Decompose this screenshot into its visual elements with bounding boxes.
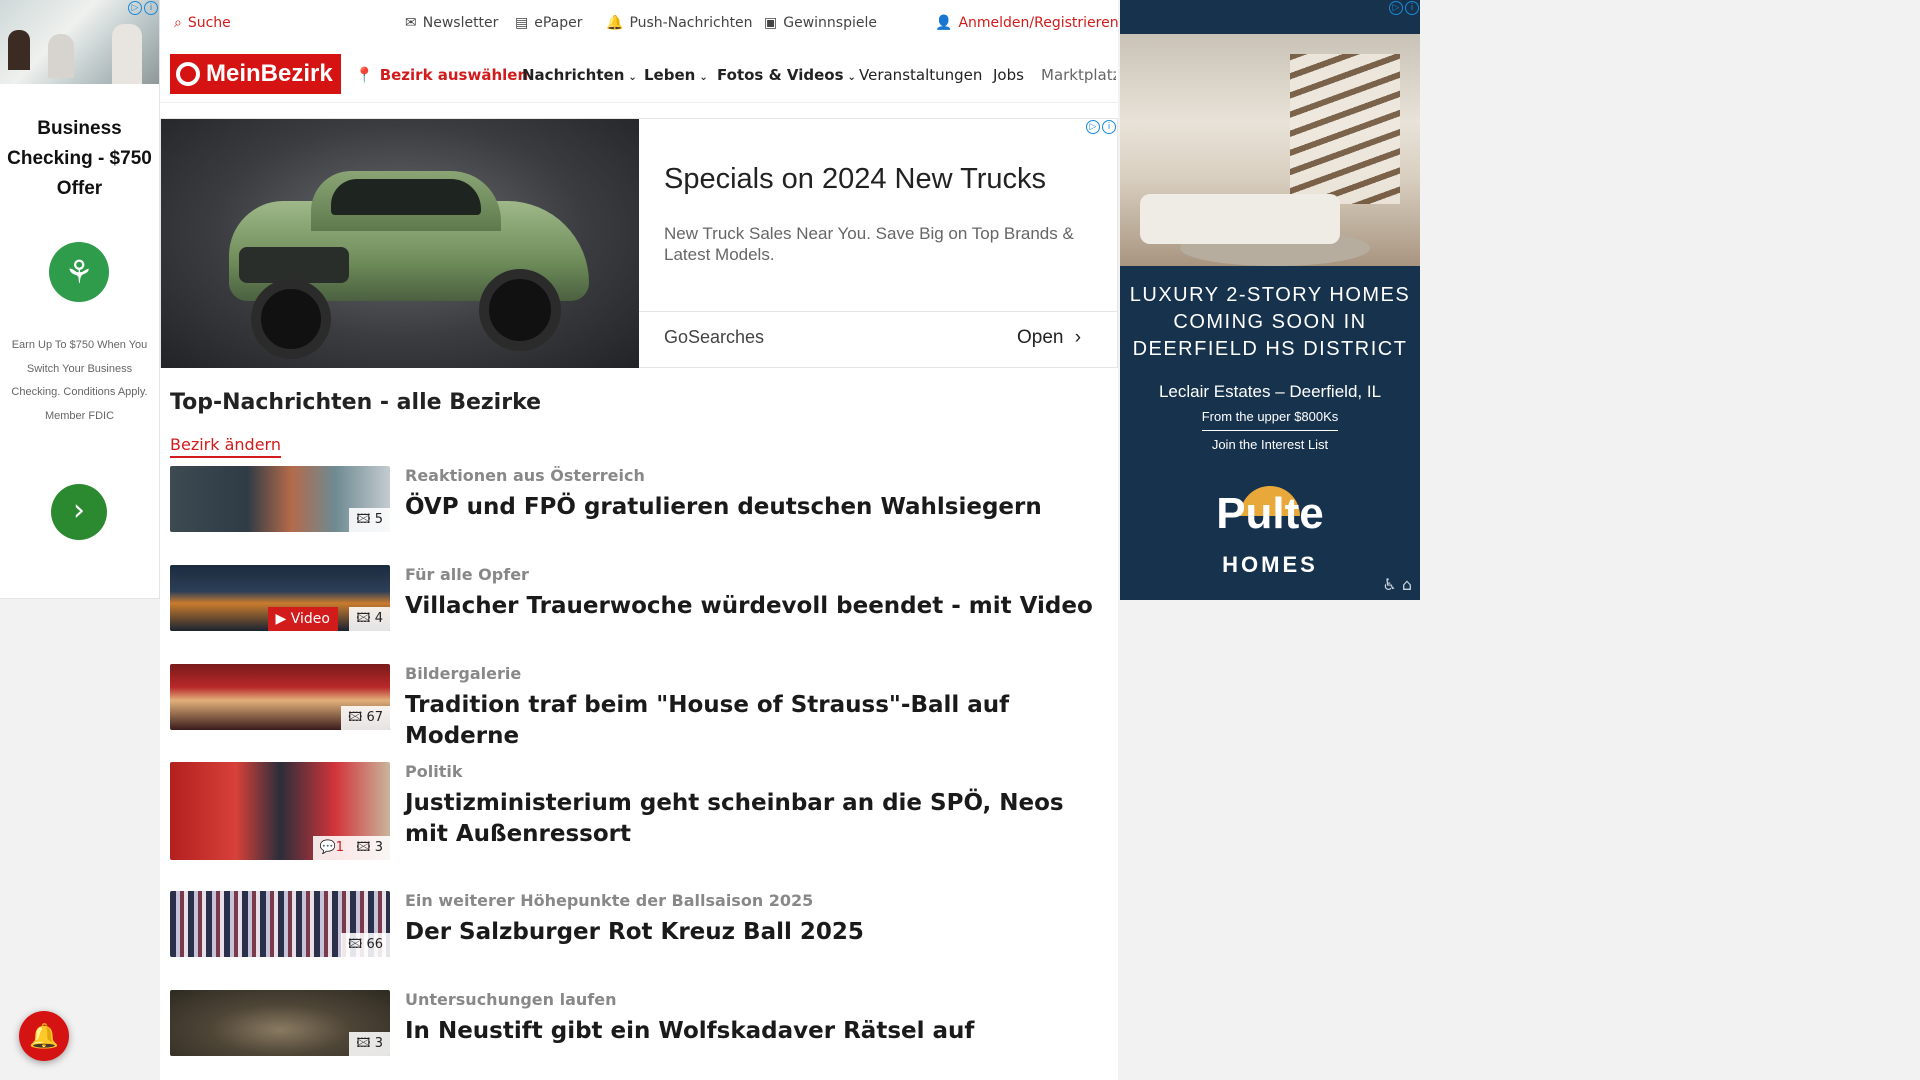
adchoices-icon[interactable]: ▷ i	[1084, 120, 1116, 134]
main-navigation: MeinBezirk 📍 Bezirk auswählen Nachrichten…	[160, 46, 1118, 103]
article-item[interactable]: 🖾 67 Bildergalerie Tradition traf beim "…	[170, 664, 1110, 749]
article-kicker: Bildergalerie	[405, 664, 522, 683]
newspaper-icon: ▤	[515, 15, 529, 31]
nav-item-jobs[interactable]: Jobs	[993, 66, 1024, 84]
ad-price: From the upper $800Ks	[1120, 409, 1420, 431]
ad-headline[interactable]: Specials on 2024 New Trucks	[664, 163, 1046, 196]
right-ad-banner[interactable]: ▷ i LUXURY 2-STORY HOMES COMING SOON IN D…	[1120, 0, 1420, 600]
article-thumbnail[interactable]: 🖾 5	[170, 466, 390, 532]
photo-count-badge: 🖾 4	[349, 607, 390, 631]
search-link[interactable]: ⌕ Suche	[174, 15, 231, 31]
newsletter-link[interactable]: ✉ Newsletter	[405, 15, 498, 31]
article-headline[interactable]: Tradition traf beim "House of Strauss"-B…	[405, 690, 1105, 752]
ad-headline: LUXURY 2-STORY HOMES COMING SOON IN DEER…	[1129, 284, 1411, 360]
article-kicker: Für alle Opfer	[405, 565, 529, 584]
article-kicker: Untersuchungen laufen	[405, 990, 617, 1009]
article-headline[interactable]: Villacher Trauerwoche würdevoll beendet …	[405, 591, 1105, 622]
search-icon: ⌕	[174, 15, 182, 31]
ad-cta-link[interactable]: Join the Interest List	[1120, 437, 1420, 452]
change-district-link[interactable]: Bezirk ändern	[170, 435, 281, 458]
ad-location: Leclair Estates – Deerfield, IL	[1158, 382, 1382, 401]
accessibility-icon: ♿ ⌂	[1382, 575, 1412, 594]
ad-description: New Truck Sales Near You. Save Big on To…	[664, 224, 1074, 264]
nav-item-leben[interactable]: Leben ⌄	[644, 66, 708, 84]
bank-logo-icon: ⚘	[49, 242, 109, 302]
adchoices-icon[interactable]: ▷ i	[1387, 1, 1419, 15]
article-headline[interactable]: Der Salzburger Rot Kreuz Ball 2025	[405, 917, 1105, 948]
adchoices-icon[interactable]: ▷ i	[126, 1, 158, 15]
photo-icon: 🖾	[356, 1036, 371, 1051]
article-item[interactable]: 🖾 66 Ein weiterer Höhepunkte der Ballsai…	[170, 891, 1110, 959]
push-notifications-link[interactable]: 🔔 Push-Nachrichten	[606, 15, 753, 31]
article-kicker: Reaktionen aus Österreich	[405, 466, 645, 485]
article-headline[interactable]: Justizministerium geht scheinbar an die …	[405, 788, 1105, 850]
article-item[interactable]: ▶ Video 🖾 4 Für alle Opfer Villacher Tra…	[170, 565, 1110, 633]
epaper-link[interactable]: ▤ ePaper	[515, 15, 583, 31]
nav-item-fotos-videos[interactable]: Fotos & Videos ⌄	[717, 66, 856, 84]
article-kicker: Politik	[405, 762, 463, 781]
photo-count-badge: 🖾 3	[349, 1032, 390, 1056]
main-column: ⌕ Suche ✉ Newsletter ▤ ePaper 🔔 Push-Nachric…	[160, 0, 1119, 1080]
nav-item-nachrichten[interactable]: Nachrichten ⌄	[522, 66, 637, 84]
ad-title: Business Checking - $750 Offer	[7, 118, 152, 199]
bell-icon: 🔔	[606, 15, 624, 31]
home-interior-image	[1120, 34, 1420, 266]
ad-open-button[interactable]: Open ›	[1017, 327, 1081, 349]
truck-ad-banner[interactable]: ▷ i Specials on 2024 New Trucks New Truck…	[160, 118, 1118, 368]
article-thumbnail[interactable]: 🖾 66	[170, 891, 390, 957]
chevron-down-icon: ⌄	[699, 72, 708, 83]
photo-icon: 🖾	[356, 512, 371, 527]
article-thumbnail[interactable]: ▶ Video 🖾 4	[170, 565, 390, 631]
truck-image	[161, 119, 639, 368]
location-pin-icon: 📍	[355, 66, 374, 84]
chevron-right-icon: ›	[1074, 327, 1082, 348]
person-figure	[48, 34, 74, 78]
left-ad-banner[interactable]: ▷ i Business Checking - $750 Offer ⚘ Earn…	[0, 0, 160, 599]
nav-item-marktplatz[interactable]: Marktplatz	[1041, 66, 1116, 84]
section-title: Top-Nachrichten - alle Bezirke	[170, 390, 542, 415]
ticket-icon: ▣	[764, 15, 778, 31]
user-icon: 👤	[935, 15, 953, 31]
article-thumbnail[interactable]: 🖾 3	[170, 990, 390, 1056]
photo-count-badge: 🖾 5	[349, 508, 390, 532]
comment-icon: 💬	[319, 840, 336, 855]
utility-bar: ⌕ Suche ✉ Newsletter ▤ ePaper 🔔 Push-Nachric…	[160, 0, 1119, 46]
person-figure	[8, 30, 30, 70]
ad-source: GoSearches	[664, 327, 765, 347]
article-thumbnail[interactable]: 🖾 67	[170, 664, 390, 730]
article-headline[interactable]: In Neustift gibt ein Wolfskadaver Rätsel…	[405, 1016, 1105, 1047]
photo-icon: 🖾	[356, 611, 371, 626]
article-item[interactable]: 🖾 5 Reaktionen aus Österreich ÖVP und FP…	[170, 466, 1110, 534]
envelope-icon: ✉	[405, 15, 417, 31]
photo-icon: 🖾	[348, 710, 363, 725]
login-link[interactable]: 👤 Anmelden/Registrieren	[935, 15, 1119, 31]
photo-count-badge: 🖾 66	[341, 933, 390, 957]
photo-icon: 🖾	[356, 840, 371, 855]
play-icon: ▶	[275, 611, 287, 627]
article-thumbnail[interactable]: 💬1 🖾 3	[170, 762, 390, 860]
person-figure	[112, 24, 142, 84]
divider	[639, 311, 1117, 312]
article-item[interactable]: 🖾 3 Untersuchungen laufen In Neustift gi…	[170, 990, 1110, 1058]
ad-arrow-button[interactable]: ›	[51, 484, 107, 540]
brand-subtitle: HOMES	[1222, 552, 1318, 577]
notification-bell-button[interactable]: 🔔	[19, 1011, 69, 1061]
chevron-down-icon: ⌄	[628, 72, 637, 83]
meinbezirk-logo[interactable]: MeinBezirk	[170, 54, 341, 94]
brand-name: Pulte	[1216, 489, 1324, 538]
nav-item-veranstaltungen[interactable]: Veranstaltungen	[859, 66, 982, 84]
ad-body-text: Earn Up To $750 When You Switch Your Bus…	[11, 339, 148, 422]
article-kicker: Ein weiterer Höhepunkte der Ballsaison 2…	[405, 891, 814, 910]
logo-gear-icon	[176, 62, 200, 86]
district-selector[interactable]: 📍 Bezirk auswählen	[355, 66, 528, 84]
media-count-badge: 💬1 🖾 3	[312, 836, 390, 860]
photo-count-badge: 🖾 67	[341, 706, 390, 730]
chevron-down-icon: ⌄	[847, 72, 856, 83]
article-headline[interactable]: ÖVP und FPÖ gratulieren deutschen Wahlsi…	[405, 492, 1105, 523]
contests-link[interactable]: ▣ Gewinnspiele	[764, 15, 877, 31]
photo-icon: 🖾	[348, 937, 363, 952]
video-badge: ▶ Video	[267, 607, 338, 631]
article-item[interactable]: 💬1 🖾 3 Politik Justizministerium geht sc…	[170, 762, 1110, 862]
